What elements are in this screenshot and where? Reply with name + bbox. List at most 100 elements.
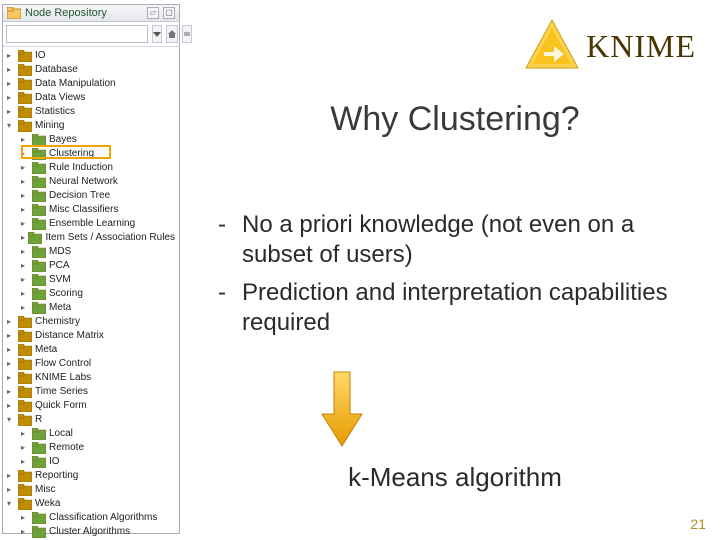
tree-item[interactable]: ▸Misc <box>3 483 179 497</box>
caret-icon[interactable]: ▸ <box>7 49 15 63</box>
caret-icon[interactable]: ▸ <box>7 371 15 385</box>
caret-icon[interactable]: ▸ <box>7 357 15 371</box>
tree-item[interactable]: ▸Remote <box>3 441 179 455</box>
caret-icon[interactable]: ▸ <box>7 329 15 343</box>
caret-icon[interactable]: ▸ <box>21 161 29 175</box>
tree-item[interactable]: ▸Cluster Algorithms <box>3 525 179 539</box>
tree-item[interactable]: ▸ Item Sets / Association Rules <box>3 231 179 245</box>
caret-icon[interactable]: ▸ <box>7 105 15 119</box>
caret-icon[interactable]: ▸ <box>21 259 29 273</box>
caret-icon[interactable]: ▸ <box>21 441 29 455</box>
caret-icon[interactable]: ▸ <box>7 77 15 91</box>
caret-icon[interactable]: ▸ <box>7 343 15 357</box>
minimize-icon[interactable]: ▱ <box>147 7 159 19</box>
caret-icon[interactable]: ▸ <box>21 147 29 161</box>
caret-icon[interactable]: ▸ <box>7 385 15 399</box>
tree-item[interactable]: ▾R <box>3 413 179 427</box>
caret-icon[interactable]: ▸ <box>21 525 29 539</box>
tree-item[interactable]: ▸Meta <box>3 343 179 357</box>
tree-item[interactable]: ▸Data Manipulation <box>3 77 179 91</box>
tree-item[interactable]: ▾Mining <box>3 119 179 133</box>
folder-icon <box>32 148 46 160</box>
dropdown-icon[interactable] <box>152 25 162 43</box>
folder-icon <box>18 92 32 104</box>
tree-item[interactable]: ▸Reporting <box>3 469 179 483</box>
caret-icon[interactable]: ▸ <box>21 133 29 147</box>
tree-item[interactable]: ▸ KNIME Labs <box>3 371 179 385</box>
folder-icon <box>32 456 46 468</box>
tree-item-label: Scoring <box>49 287 83 301</box>
tree-item[interactable]: ▸Time Series <box>3 385 179 399</box>
tree-item[interactable]: ▸Meta <box>3 301 179 315</box>
tree-item[interactable]: ▸Statistics <box>3 105 179 119</box>
tree-item[interactable]: ▸Distance Matrix <box>3 329 179 343</box>
tree-item[interactable]: ▸ Clustering <box>3 147 179 161</box>
tree-item[interactable]: ▾ Weka <box>3 497 179 511</box>
caret-icon[interactable]: ▸ <box>7 469 15 483</box>
tree-item-label: Clustering <box>49 147 94 161</box>
tree-item[interactable]: ▸MDS <box>3 245 179 259</box>
tree-item[interactable]: ▸IO <box>3 455 179 469</box>
tree-item-label: Item Sets / Association Rules <box>45 231 175 245</box>
tree-item-label: IO <box>35 49 46 63</box>
bullet-item: Prediction and interpretation capabiliti… <box>210 278 696 338</box>
home-icon[interactable] <box>166 25 178 43</box>
caret-icon[interactable]: ▸ <box>21 231 25 245</box>
folder-icon <box>32 442 46 454</box>
caret-icon[interactable]: ▸ <box>21 427 29 441</box>
tree-item[interactable]: ▸Neural Network <box>3 175 179 189</box>
conclusion-text: k-Means algorithm <box>190 462 720 493</box>
caret-icon[interactable]: ▸ <box>21 273 29 287</box>
caret-icon[interactable]: ▸ <box>21 203 29 217</box>
tree-item[interactable]: ▸ Classification Algorithms <box>3 511 179 525</box>
caret-icon[interactable]: ▸ <box>7 399 15 413</box>
tree-item[interactable]: ▸ IO <box>3 49 179 63</box>
folder-icon <box>32 190 46 202</box>
tree-item[interactable]: ▸PCA <box>3 259 179 273</box>
bullet-item: No a priori knowledge (not even on a sub… <box>210 210 696 270</box>
tree-item[interactable]: ▸Data Views <box>3 91 179 105</box>
tree-item-label: Classification Algorithms <box>49 511 157 525</box>
caret-icon[interactable]: ▸ <box>21 217 29 231</box>
folder-icon <box>18 50 32 62</box>
tree-item[interactable]: ▸Flow Control <box>3 357 179 371</box>
caret-icon[interactable]: ▸ <box>21 245 29 259</box>
caret-icon[interactable]: ▸ <box>21 175 29 189</box>
folder-icon <box>18 386 32 398</box>
caret-icon[interactable]: ▸ <box>7 483 15 497</box>
tree-item[interactable]: ▸Chemistry <box>3 315 179 329</box>
tree-item[interactable]: ▸Ensemble Learning <box>3 217 179 231</box>
caret-icon[interactable]: ▸ <box>7 91 15 105</box>
caret-icon[interactable]: ▸ <box>21 301 29 315</box>
tree-item[interactable]: ▸ SVM <box>3 273 179 287</box>
caret-icon[interactable]: ▸ <box>21 455 29 469</box>
caret-icon[interactable]: ▸ <box>7 63 15 77</box>
panel-header: Node Repository ▱ ▢ <box>3 5 179 22</box>
tree-item[interactable]: ▸Rule Induction <box>3 161 179 175</box>
tree-item[interactable]: ▸ Decision Tree <box>3 189 179 203</box>
tree-item[interactable]: ▸ Scoring <box>3 287 179 301</box>
tree-item[interactable]: ▸Database <box>3 63 179 77</box>
page-number: 21 <box>690 516 706 532</box>
tree-item-label: SVM <box>49 273 71 287</box>
maximize-icon[interactable]: ▢ <box>163 7 175 19</box>
caret-icon[interactable]: ▸ <box>21 511 29 525</box>
tree-item[interactable]: ▸Bayes <box>3 133 179 147</box>
caret-icon[interactable]: ▸ <box>7 315 15 329</box>
folder-icon <box>32 162 46 174</box>
tree-item[interactable]: ▸Local <box>3 427 179 441</box>
tree-item-label: KNIME Labs <box>35 371 91 385</box>
tree-item[interactable]: ▸Misc Classifiers <box>3 203 179 217</box>
caret-icon[interactable]: ▸ <box>21 287 29 301</box>
tree-view[interactable]: ▸ IO▸Database▸Data Manipulation▸Data View… <box>3 47 179 540</box>
tree-item[interactable]: ▸Quick Form <box>3 399 179 413</box>
caret-icon[interactable]: ▾ <box>7 497 15 511</box>
caret-icon[interactable]: ▸ <box>21 189 29 203</box>
folder-icon <box>32 428 46 440</box>
tree-item-label: Weka <box>35 497 60 511</box>
caret-icon[interactable]: ▾ <box>7 413 15 427</box>
tree-item-label: Decision Tree <box>49 189 110 203</box>
folder-icon <box>18 484 32 496</box>
search-input[interactable] <box>6 25 148 43</box>
caret-icon[interactable]: ▾ <box>7 119 15 133</box>
